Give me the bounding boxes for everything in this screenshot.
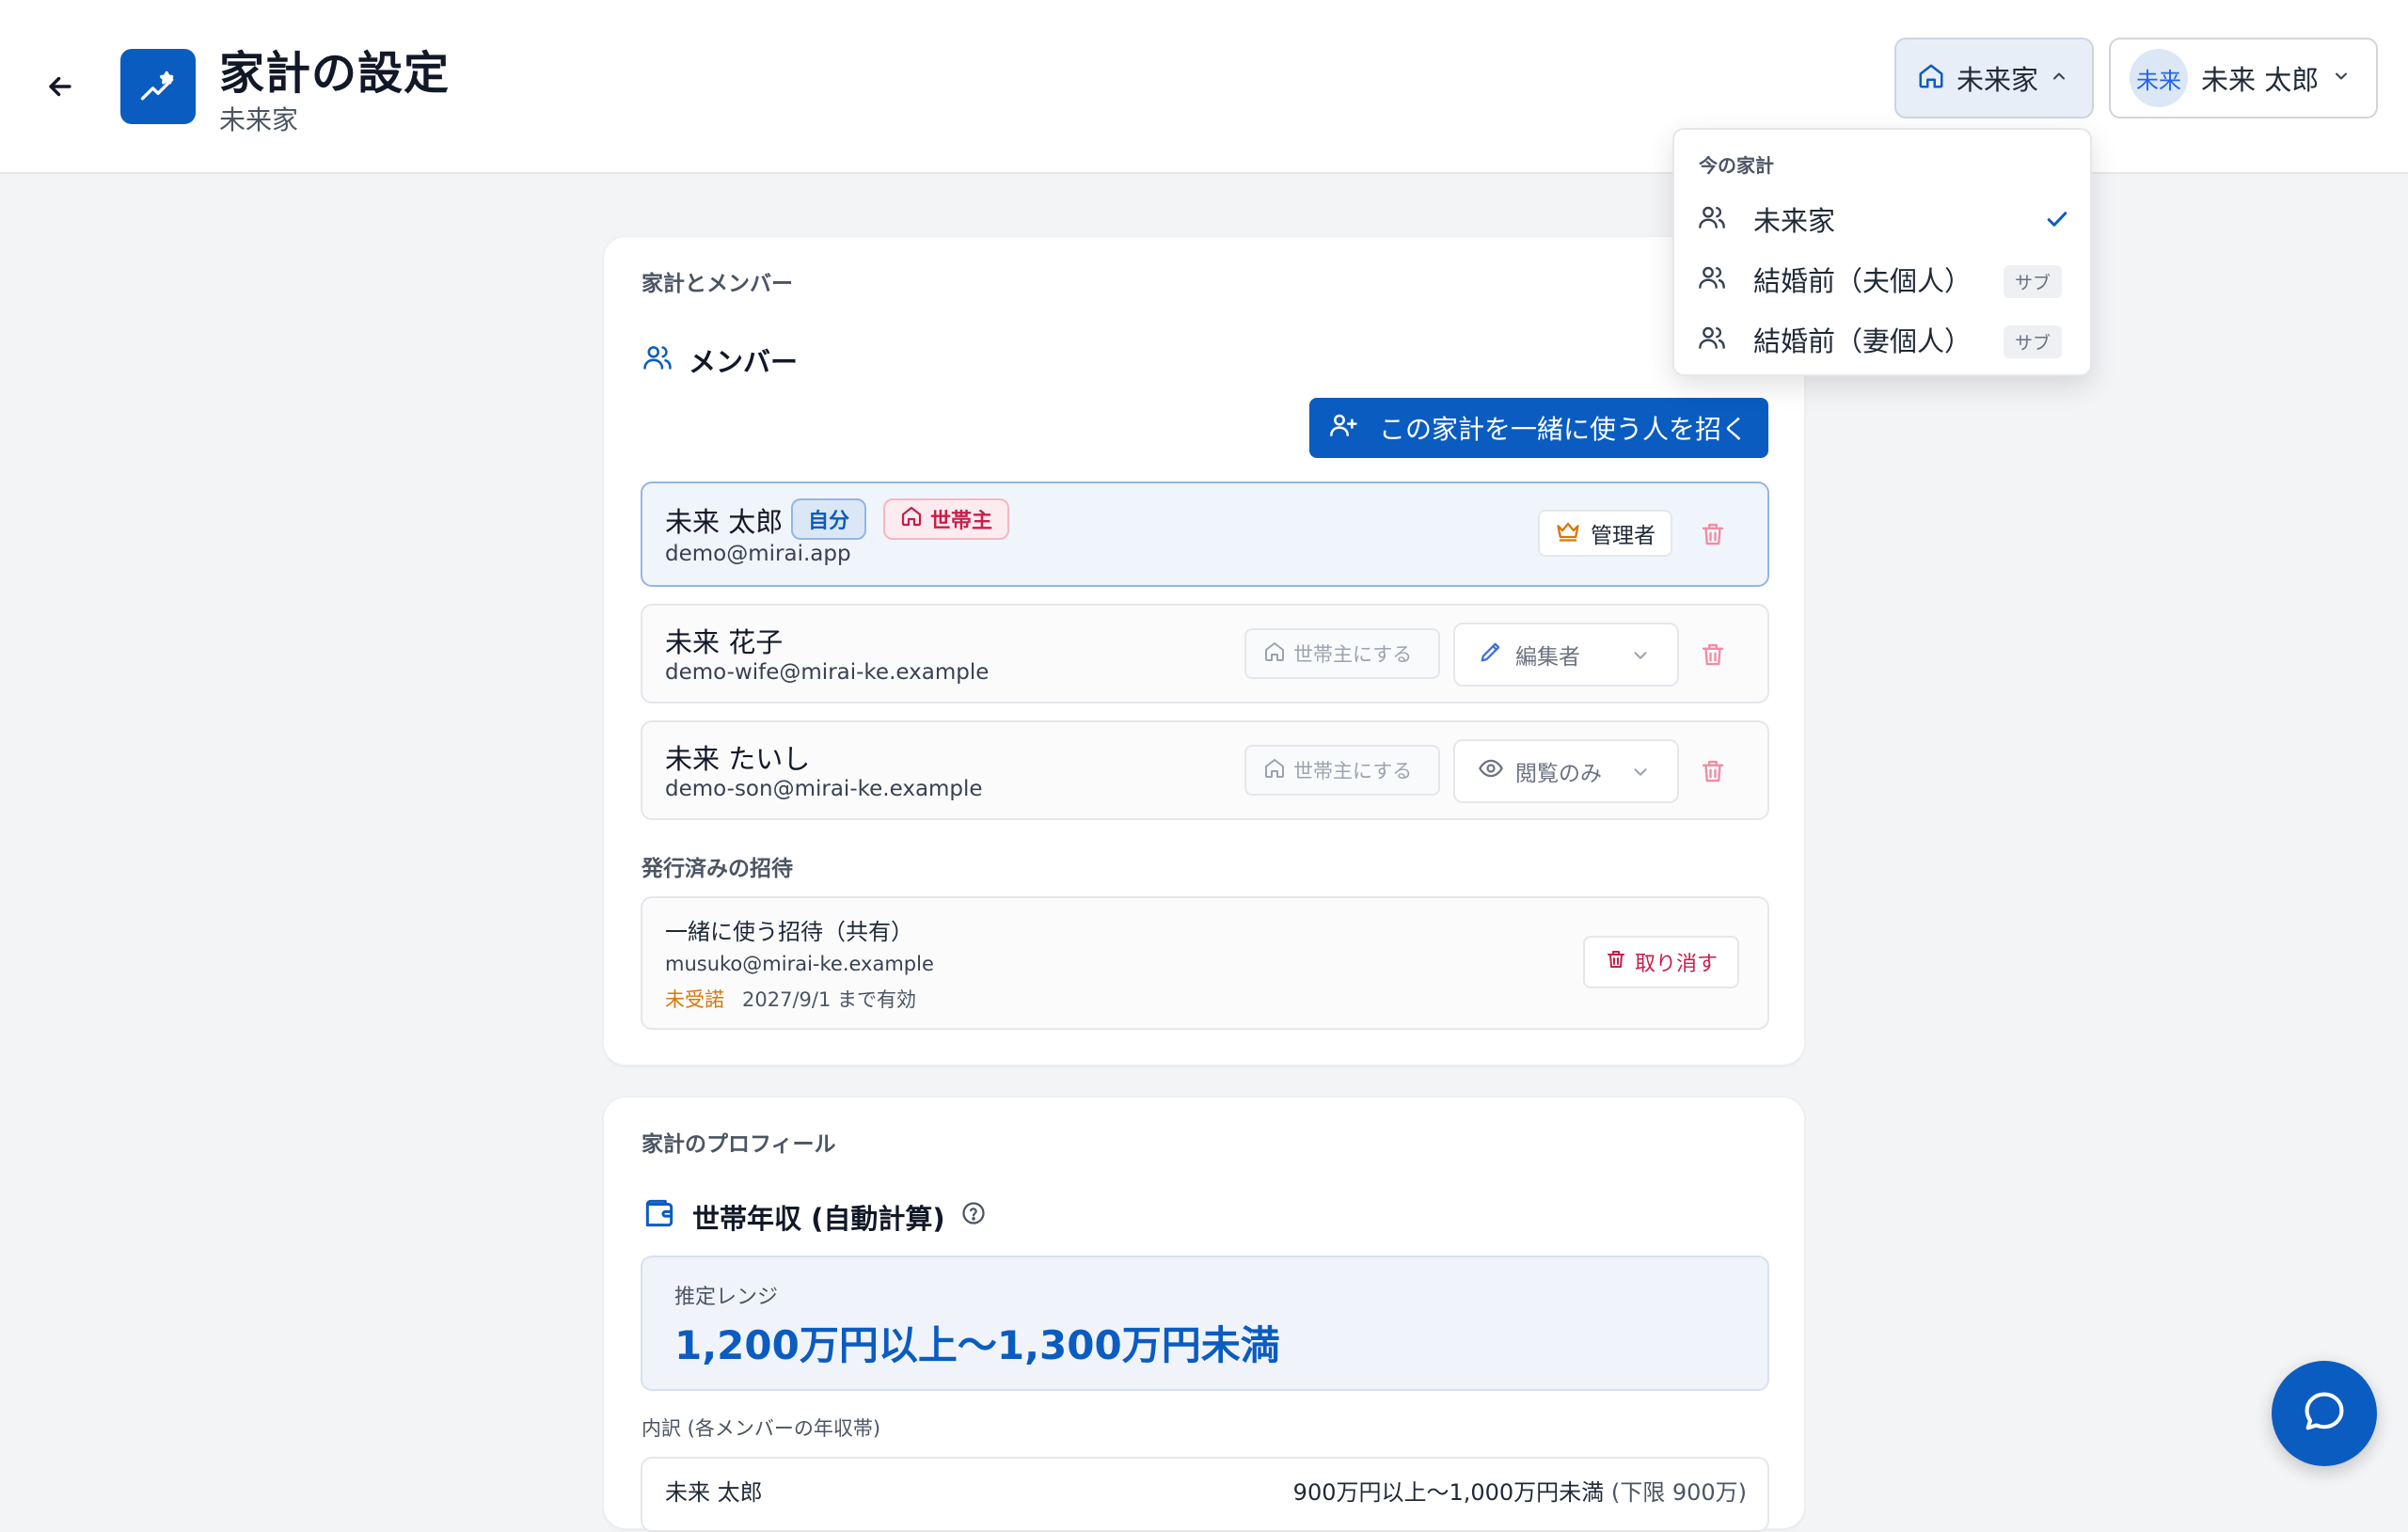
home-icon xyxy=(1263,757,1286,784)
member-row: 未来 たいし demo-son@mirai-ke.example 世帯主にする … xyxy=(641,720,1769,820)
head-badge-label: 世帯主 xyxy=(930,510,993,533)
dropdown-item-premarital-husband[interactable]: 結婚前（夫個人） サブ xyxy=(1674,250,2094,308)
member-row: 未来 太郎 自分 世帯主 demo@mirai.app 管理者 xyxy=(641,482,1769,587)
household-dropdown-menu: 今の家計 未来家 結婚前（夫個人） サブ 結婚前（妻個人） サブ xyxy=(1672,128,2092,376)
revoke-label: 取り消す xyxy=(1634,953,1718,976)
role-admin-badge: 管理者 xyxy=(1538,510,1672,557)
section-label-household-members: 家計とメンバー xyxy=(642,272,793,296)
chevron-down-icon xyxy=(1630,762,1651,788)
invite-email: musuko@mirai-ke.example xyxy=(665,953,934,975)
home-icon xyxy=(1917,62,1945,94)
dropdown-item-label: 結婚前（夫個人） xyxy=(1753,265,1972,297)
invite-status: 未受諾 xyxy=(665,988,724,1011)
eye-icon xyxy=(1478,755,1504,787)
page-subtitle: 未来家 xyxy=(219,104,299,135)
invite-member-label: この家計を一緒に使う人を招く xyxy=(1379,414,1749,445)
role-select-viewer[interactable]: 閲覧のみ xyxy=(1453,739,1679,803)
crown-icon xyxy=(1555,517,1581,549)
household-switcher-label: 未来家 xyxy=(1956,64,2039,96)
users-icon xyxy=(1697,323,1727,356)
page-title: 家計の設定 xyxy=(219,47,451,100)
invite-member-button[interactable]: この家計を一緒に使う人を招く xyxy=(1309,398,1768,458)
role-select-label: 編集者 xyxy=(1515,645,1580,670)
users-icon xyxy=(1697,202,1727,236)
members-heading: メンバー xyxy=(642,340,798,380)
member-email: demo@mirai.app xyxy=(665,542,851,566)
member-name: 未来 たいし xyxy=(665,743,811,775)
make-head-of-household-button[interactable]: 世帯主にする xyxy=(1244,745,1440,796)
dropdown-item-label: 結婚前（妻個人） xyxy=(1753,325,1972,357)
invite-expiry: 2027/9/1 まで有効 xyxy=(742,988,916,1011)
delete-member-trash-icon[interactable] xyxy=(1696,517,1730,551)
issued-invites-label: 発行済みの招待 xyxy=(642,857,793,881)
role-admin-label: 管理者 xyxy=(1591,524,1656,548)
back-arrow-icon[interactable] xyxy=(38,64,83,109)
breakdown-lower-limit: (下限 900万) xyxy=(1610,1479,1747,1506)
member-email: demo-wife@mirai-ke.example xyxy=(665,660,990,685)
revoke-invite-button[interactable]: 取り消す xyxy=(1583,936,1739,988)
breakdown-member-value: 900万円以上〜1,000万円未満 (下限 900万) xyxy=(1293,1474,1747,1507)
help-circle-icon[interactable] xyxy=(960,1200,987,1233)
income-heading: 世帯年収 (自動計算) xyxy=(642,1195,987,1238)
invite-row: 一緒に使う招待（共有） musuko@mirai-ke.example 未受諾 … xyxy=(641,896,1769,1030)
users-icon xyxy=(1697,262,1727,296)
delete-member-trash-icon[interactable] xyxy=(1696,754,1730,788)
wallet-icon xyxy=(642,1195,677,1238)
role-select-editor[interactable]: 編集者 xyxy=(1453,623,1679,687)
dropdown-item-premarital-wife[interactable]: 結婚前（妻個人） サブ xyxy=(1674,310,2094,369)
dropdown-item-label: 未来家 xyxy=(1753,205,1836,237)
breakdown-label: 内訳 (各メンバーの年収帯) xyxy=(642,1417,881,1440)
member-email: demo-son@mirai-ke.example xyxy=(665,777,983,801)
sub-badge: サブ xyxy=(2003,265,2062,298)
app-logo-icon xyxy=(120,49,196,124)
section-label-profile: 家計のプロフィール xyxy=(642,1132,836,1157)
avatar: 未来 xyxy=(2130,49,2188,107)
breakdown-income-range: 900万円以上〜1,000万円未満 xyxy=(1292,1479,1605,1506)
sub-badge: サブ xyxy=(2003,325,2062,358)
chevron-down-icon xyxy=(1630,645,1651,671)
user-menu-button[interactable]: 未来 未来 太郎 xyxy=(2109,38,2378,118)
delete-member-trash-icon[interactable] xyxy=(1696,638,1730,671)
self-badge: 自分 xyxy=(791,498,867,540)
users-icon xyxy=(642,341,673,380)
estimated-range-label: 推定レンジ xyxy=(674,1286,779,1309)
home-icon xyxy=(1263,640,1286,668)
make-head-label: 世帯主にする xyxy=(1293,760,1413,782)
make-head-of-household-button[interactable]: 世帯主にする xyxy=(1244,628,1440,679)
member-name: 未来 太郎 xyxy=(665,506,784,538)
role-select-label: 閲覧のみ xyxy=(1515,762,1602,786)
dropdown-item-mirai-household[interactable]: 未来家 xyxy=(1674,190,2094,248)
dropdown-title: 今の家計 xyxy=(1699,154,1774,177)
chevron-up-icon xyxy=(2050,67,2068,89)
home-icon xyxy=(900,505,923,533)
estimated-range-value: 1,200万円以上〜1,300万円未満 xyxy=(674,1322,1280,1368)
user-plus-icon xyxy=(1328,410,1358,447)
invite-title: 一緒に使う招待（共有） xyxy=(665,919,913,945)
profile-card: 家計のプロフィール 世帯年収 (自動計算) 推定レンジ 1,200万円以上〜1,… xyxy=(603,1097,1805,1532)
user-name: 未来 太郎 xyxy=(2201,64,2320,96)
make-head-label: 世帯主にする xyxy=(1293,643,1413,666)
pencil-icon xyxy=(1478,639,1504,671)
members-card: 家計とメンバー メンバー この家計を一緒に使う人を招く 未来 太郎 自分 世帯主… xyxy=(603,236,1805,1066)
breakdown-row: 未来 太郎 900万円以上〜1,000万円未満 (下限 900万) xyxy=(641,1457,1769,1532)
check-icon xyxy=(2043,205,2071,237)
trash-icon xyxy=(1605,948,1627,976)
breakdown-member-name: 未来 太郎 xyxy=(665,1479,763,1506)
member-row: 未来 花子 demo-wife@mirai-ke.example 世帯主にする … xyxy=(641,604,1769,703)
chat-button[interactable] xyxy=(2272,1361,2377,1466)
member-name: 未来 花子 xyxy=(665,626,784,658)
household-switcher-button[interactable]: 未来家 xyxy=(1894,38,2094,118)
chat-bubble-icon xyxy=(2300,1387,2349,1440)
head-of-household-badge: 世帯主 xyxy=(883,498,1010,540)
estimated-range-box: 推定レンジ 1,200万円以上〜1,300万円未満 xyxy=(641,1256,1769,1391)
members-heading-text: メンバー xyxy=(689,346,799,378)
chevron-down-icon xyxy=(2332,67,2351,89)
income-heading-text: 世帯年収 (自動計算) xyxy=(692,1202,945,1235)
